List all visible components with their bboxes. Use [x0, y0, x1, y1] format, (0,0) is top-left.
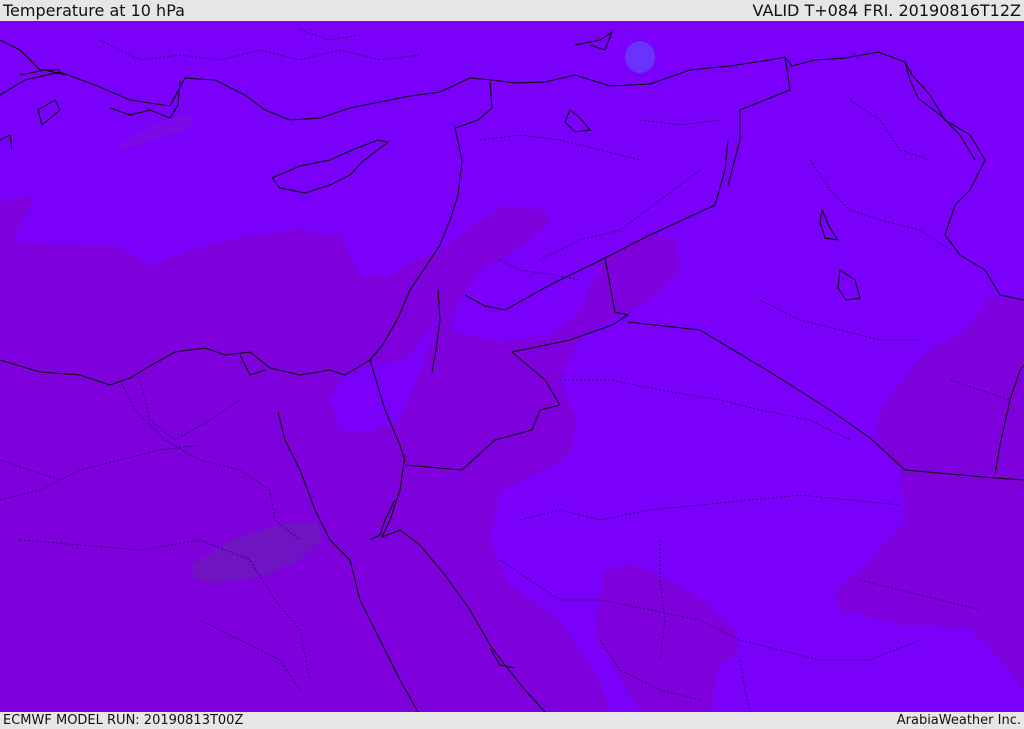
credit: ArabiaWeather Inc. — [896, 713, 1021, 728]
header-bar: Temperature at 10 hPa VALID T+084 FRI. 2… — [0, 0, 1024, 21]
footer-bar: ECMWF MODEL RUN: 20190813T00Z ArabiaWeat… — [0, 712, 1024, 729]
model-run: ECMWF MODEL RUN: 20190813T00Z — [3, 713, 244, 728]
valid-time: VALID T+084 FRI. 20190816T12Z — [752, 1, 1021, 20]
temperature-map[interactable] — [0, 21, 1024, 712]
map-canvas — [0, 21, 1024, 712]
map-title: Temperature at 10 hPa — [3, 1, 185, 20]
blue-spot — [625, 41, 655, 73]
